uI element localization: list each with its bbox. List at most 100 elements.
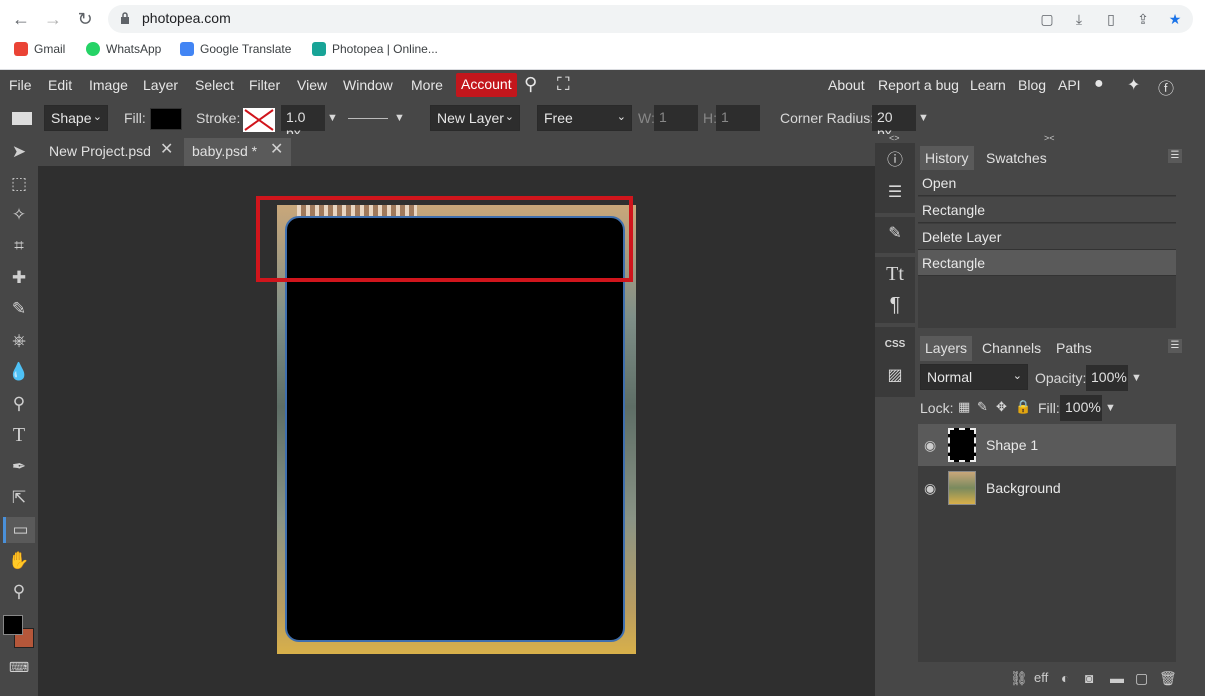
stroke-swatch[interactable] — [243, 108, 275, 132]
effects-icon[interactable]: eff — [1034, 670, 1048, 685]
forward-icon[interactable]: → — [42, 8, 64, 30]
download-icon[interactable]: ⤓ — [1070, 10, 1088, 28]
fill-input[interactable]: 100% — [1060, 395, 1102, 421]
move-tool-icon[interactable]: ➤ — [6, 139, 32, 165]
tab-swatches[interactable]: Swatches — [981, 146, 1052, 171]
rectangle-tool-icon[interactable]: ▭ — [3, 517, 35, 543]
corner-radius-dropdown-icon[interactable]: ▼ — [918, 112, 929, 124]
type-tool-icon[interactable]: T — [6, 422, 32, 448]
css-icon[interactable]: CSS — [883, 333, 907, 357]
bookmark-star-icon[interactable]: ★ — [1166, 10, 1184, 28]
adjustment-layer-icon[interactable]: ◐ — [1061, 670, 1069, 686]
menu-window[interactable]: Window — [343, 77, 393, 93]
crop-tool-icon[interactable]: ⌗ — [6, 233, 32, 259]
info-icon[interactable]: ⓘ — [883, 149, 907, 173]
zoom-tool-icon[interactable]: ⚲ — [6, 579, 32, 605]
history-item[interactable]: Rectangle — [918, 197, 1176, 223]
width-input[interactable]: 1 — [654, 105, 698, 131]
lock-all-icon[interactable]: 🔒 — [1015, 399, 1031, 415]
menu-layer[interactable]: Layer — [143, 77, 178, 93]
new-folder-icon[interactable]: ▬ — [1110, 670, 1124, 686]
history-item[interactable]: Open — [918, 170, 1176, 196]
lock-transparency-icon[interactable]: ▦ — [958, 399, 970, 415]
constraint-select[interactable]: Free ⌄ — [537, 105, 632, 131]
layer-row-shape[interactable]: ◉ Shape 1 — [918, 424, 1176, 466]
opacity-dropdown-icon[interactable]: ▼ — [1131, 372, 1142, 384]
stroke-style-line[interactable] — [348, 118, 388, 119]
panel-menu-icon[interactable]: ☰ — [1168, 339, 1182, 353]
menu-more[interactable]: More — [411, 77, 443, 93]
bookmark-google-translate[interactable]: Google Translate — [180, 42, 291, 56]
reload-icon[interactable]: ↻ — [74, 8, 96, 30]
fill-swatch[interactable] — [150, 108, 182, 130]
blur-tool-icon[interactable]: 💧 — [6, 359, 32, 385]
path-select-icon[interactable]: ⇱ — [6, 485, 32, 511]
search-icon[interactable]: ⚲ — [524, 74, 537, 95]
stroke-width-input[interactable]: 1.0 px — [281, 105, 325, 141]
twitter-icon[interactable]: ✦ — [1127, 75, 1140, 95]
history-item-current[interactable]: Rectangle — [918, 250, 1176, 276]
character-icon[interactable]: Tt — [883, 262, 907, 286]
keyboard-icon[interactable]: ⌨ — [6, 654, 32, 680]
foreground-color-swatch[interactable] — [3, 615, 23, 635]
stroke-width-dropdown-icon[interactable]: ▼ — [327, 112, 338, 124]
menu-blog[interactable]: Blog — [1018, 77, 1046, 93]
shape-mode-select[interactable]: Shape ⌄ — [44, 105, 108, 131]
menu-image[interactable]: Image — [89, 77, 128, 93]
paragraph-icon[interactable]: ¶ — [883, 293, 907, 317]
dodge-tool-icon[interactable]: ⚲ — [6, 391, 32, 417]
image-icon[interactable]: ▨ — [883, 364, 907, 388]
panel-menu-icon[interactable]: ☰ — [1168, 149, 1182, 163]
menu-select[interactable]: Select — [195, 77, 234, 93]
tab-history[interactable]: History — [920, 146, 974, 171]
menu-about[interactable]: About — [828, 77, 865, 93]
reddit-icon[interactable]: ● — [1094, 75, 1104, 93]
history-item[interactable]: Delete Layer — [918, 224, 1176, 250]
menu-edit[interactable]: Edit — [48, 77, 72, 93]
layer-row-background[interactable]: ◉ Background — [918, 467, 1176, 509]
lock-move-icon[interactable]: ✥ — [996, 399, 1007, 415]
menu-report-bug[interactable]: Report a bug — [878, 77, 959, 93]
brush-settings-icon[interactable]: ✎ — [883, 222, 907, 246]
address-bar[interactable]: photopea.com ▢ ⤓ ▯ ⇪ ★ — [108, 5, 1193, 33]
menu-file[interactable]: File — [9, 77, 32, 93]
tab-channels[interactable]: Channels — [977, 336, 1046, 361]
menu-api[interactable]: API — [1058, 77, 1081, 93]
layer-mode-select[interactable]: New Layer ⌄ — [430, 105, 520, 131]
tab-paths[interactable]: Paths — [1051, 336, 1097, 361]
bookmark-photopea[interactable]: Photopea | Online... — [312, 42, 438, 56]
hand-tool-icon[interactable]: ✋ — [6, 548, 32, 574]
back-icon[interactable]: ← — [10, 8, 32, 30]
healing-brush-icon[interactable]: ✚ — [6, 265, 32, 291]
mask-icon[interactable]: ◙ — [1085, 670, 1093, 686]
delete-layer-icon[interactable]: 🗑 — [1159, 670, 1177, 687]
link-layers-icon[interactable]: ⛓ — [1010, 670, 1028, 687]
close-icon[interactable]: ✕ — [270, 139, 283, 159]
visibility-eye-icon[interactable]: ◉ — [924, 437, 936, 454]
brush-tool-icon[interactable]: ✎ — [6, 296, 32, 322]
stroke-style-dropdown-icon[interactable]: ▼ — [394, 112, 405, 124]
account-button[interactable]: Account — [456, 73, 517, 97]
menu-filter[interactable]: Filter — [249, 77, 280, 93]
save-page-icon[interactable]: ▢ — [1038, 10, 1056, 28]
new-layer-icon[interactable]: ▢ — [1135, 670, 1148, 687]
facebook-icon[interactable]: ⓕ — [1158, 75, 1174, 99]
collapse-icon[interactable]: <> — [889, 133, 900, 143]
magic-wand-icon[interactable]: ✧ — [6, 202, 32, 228]
close-icon[interactable]: ✕ — [160, 139, 173, 159]
clone-stamp-icon[interactable]: ⎈ — [6, 328, 32, 354]
visibility-eye-icon[interactable]: ◉ — [924, 480, 936, 497]
bookmark-whatsapp[interactable]: WhatsApp — [86, 42, 161, 56]
fullscreen-icon[interactable]: ⛶ — [557, 74, 570, 95]
menu-learn[interactable]: Learn — [970, 77, 1006, 93]
marquee-tool-icon[interactable]: ⬚ — [6, 171, 32, 197]
blend-mode-select[interactable]: Normal ⌄ — [920, 364, 1028, 390]
share-icon[interactable]: ⇪ — [1134, 10, 1152, 28]
menu-view[interactable]: View — [297, 77, 327, 93]
opacity-input[interactable]: 100% — [1086, 365, 1128, 391]
tab-new-project[interactable]: New Project.psd — [41, 138, 159, 166]
pen-tool-icon[interactable]: ✒ — [6, 454, 32, 480]
corner-radius-input[interactable]: 20 px — [872, 105, 916, 141]
height-input[interactable]: 1 — [716, 105, 760, 131]
adjustments-icon[interactable]: ☰ — [883, 181, 907, 205]
